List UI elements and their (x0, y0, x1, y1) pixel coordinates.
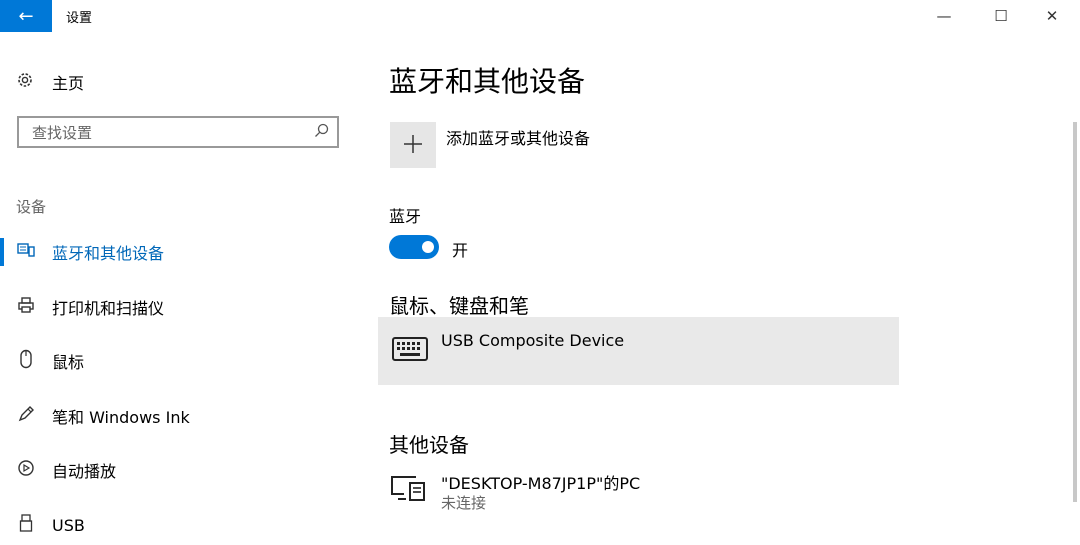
sidebar-item-label: 蓝牙和其他设备 (52, 244, 165, 263)
device-name: USB Composite Device (441, 331, 625, 350)
pc-icon (390, 474, 428, 506)
sidebar-item-label: 自动播放 (52, 462, 117, 481)
sidebar-item-printers[interactable]: 打印机和扫描仪 (0, 287, 360, 327)
section-title-other-devices: 其他设备 (389, 433, 469, 457)
sidebar-item-label: 打印机和扫描仪 (52, 299, 165, 318)
device-status: 未连接 (441, 494, 487, 512)
sidebar-item-label: USB (52, 515, 85, 535)
maximize-button[interactable]: ☐ (977, 0, 1025, 32)
device-row-desktop-pc[interactable]: "DESKTOP-M87JP1P"的PC 未连接 (378, 464, 899, 516)
keyboard-icon (392, 337, 428, 365)
sidebar-item-usb[interactable]: USB (0, 505, 360, 545)
page-title: 蓝牙和其他设备 (389, 65, 586, 98)
search-box[interactable] (17, 116, 339, 148)
sidebar-item-autoplay[interactable]: 自动播放 (0, 450, 360, 490)
close-icon: ✕ (1045, 7, 1059, 25)
device-name: "DESKTOP-M87JP1P"的PC (441, 474, 641, 493)
gear-icon (16, 71, 36, 94)
sidebar-item-label: 鼠标 (52, 353, 85, 372)
search-icon[interactable] (314, 123, 329, 142)
maximize-icon: ☐ (994, 7, 1008, 25)
add-device-label[interactable]: 添加蓝牙或其他设备 (446, 125, 590, 149)
minimize-button[interactable]: — (920, 0, 968, 32)
close-button[interactable]: ✕ (1028, 0, 1076, 32)
sidebar-item-mouse[interactable]: 鼠标 (0, 341, 360, 381)
active-indicator (0, 238, 4, 266)
bluetooth-label: 蓝牙 (389, 207, 422, 226)
toggle-knob (422, 241, 434, 253)
device-row-usb-composite[interactable]: USB Composite Device (378, 317, 899, 385)
autoplay-icon (16, 459, 36, 481)
sidebar: 主页 设备 蓝牙和其他设备 打印机和扫描仪 鼠标 笔和 Windows Ink (0, 32, 360, 540)
plus-icon (402, 129, 424, 162)
scrollbar[interactable] (1073, 122, 1077, 502)
bluetooth-devices-icon (16, 242, 36, 262)
window-title: 设置 (66, 11, 93, 26)
main-content: 蓝牙和其他设备 添加蓝牙或其他设备 蓝牙 开 鼠标、键盘和笔 USB Compo… (360, 32, 1080, 540)
back-button[interactable]: ← (0, 0, 52, 32)
section-title-input-devices: 鼠标、键盘和笔 (389, 294, 529, 318)
minimize-icon: — (936, 7, 952, 25)
bluetooth-toggle[interactable] (389, 235, 439, 259)
sidebar-item-label: 笔和 Windows Ink (52, 408, 190, 427)
add-device-button[interactable] (390, 122, 436, 168)
usb-icon (16, 514, 36, 536)
section-label-devices: 设备 (16, 198, 47, 216)
home-label: 主页 (52, 74, 85, 93)
search-input[interactable] (30, 123, 304, 143)
back-arrow-icon: ← (18, 5, 34, 27)
sidebar-item-bluetooth[interactable]: 蓝牙和其他设备 (0, 232, 360, 272)
title-bar: ← 设置 — ☐ ✕ (0, 0, 1080, 32)
bluetooth-state-label: 开 (452, 241, 469, 260)
pen-icon (16, 405, 36, 427)
sidebar-item-pen[interactable]: 笔和 Windows Ink (0, 396, 360, 436)
printer-icon (16, 296, 36, 318)
home-nav-item[interactable]: 主页 (16, 70, 84, 94)
mouse-icon (16, 349, 36, 373)
